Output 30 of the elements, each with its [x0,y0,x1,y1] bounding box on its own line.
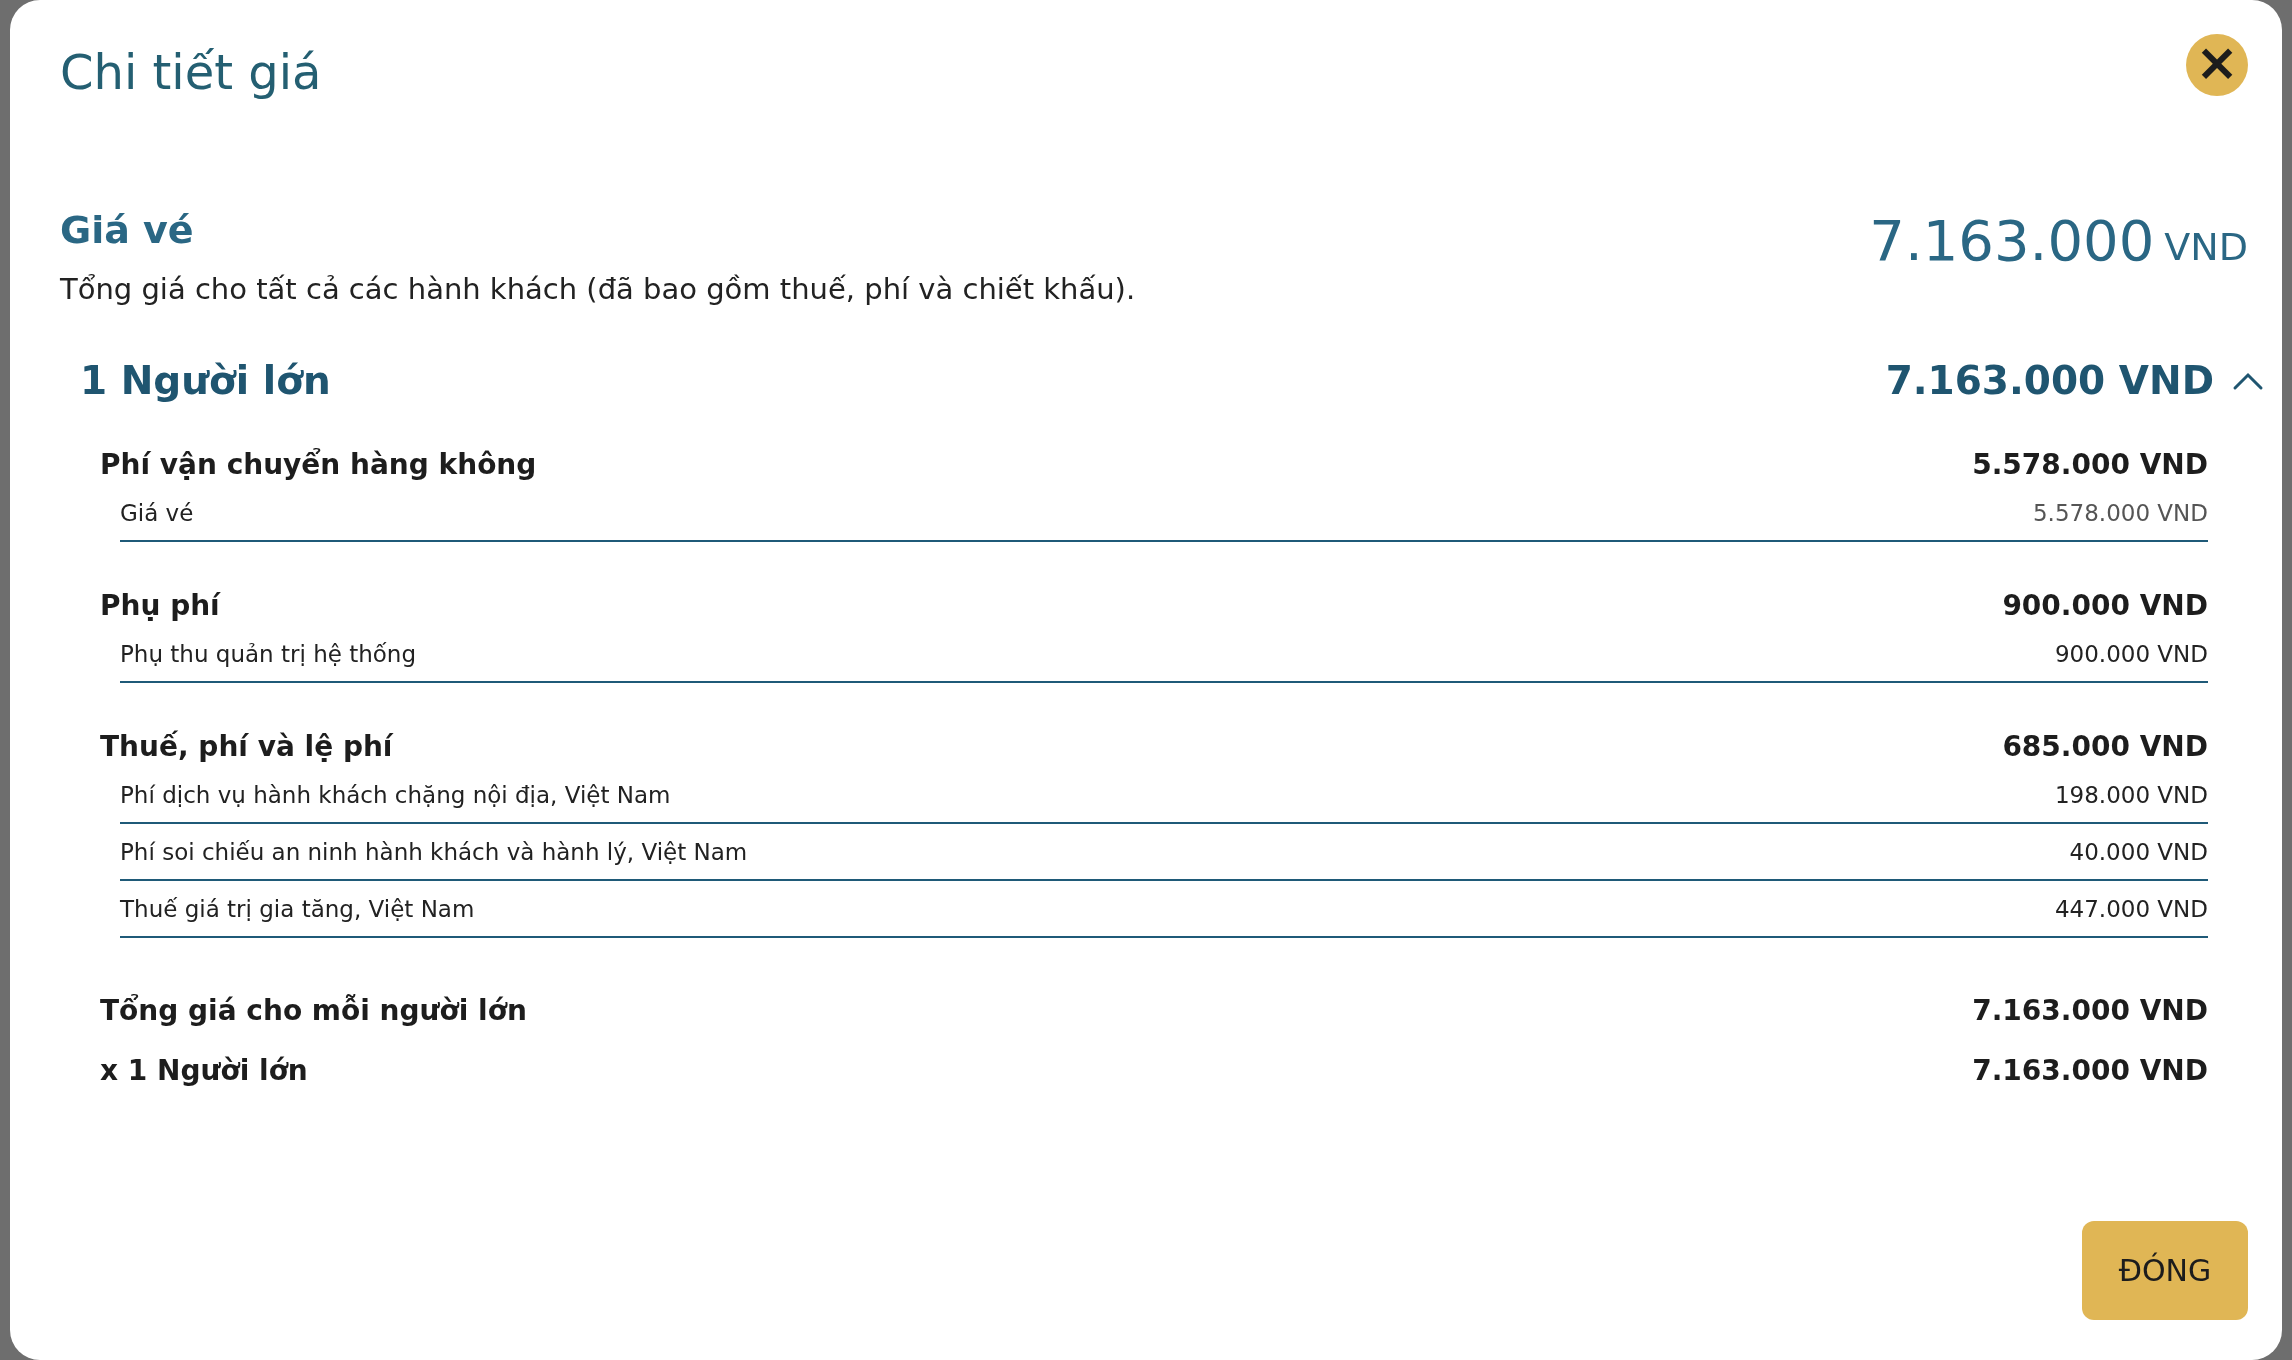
chevron-up-icon[interactable] [2232,370,2264,391]
total-amount: 7.163.000 [1869,208,2155,273]
fee-amount: 5.578.000 VND [2033,499,2208,526]
total-value: 7.163.000 VND [1972,1053,2208,1087]
fee-label: Phụ thu quản trị hệ thống [120,640,417,667]
section-amount: 5.578.000 VND [1972,447,2208,481]
section-title: Phụ phí [100,588,220,622]
currency-label: VND [2164,225,2248,269]
fee-label: Phí soi chiếu an ninh hành khách và hành lý, Việt Nam [120,838,748,865]
fare-description: Tổng giá cho tất cả các hành khách (đã bao gồm thuế, phí và chiết khấu). [60,272,1136,306]
fee-amount: 198.000 VND [2054,781,2208,808]
section-amount: 900.000 VND [2002,588,2208,622]
total-label: x 1 Người lớn [100,1053,308,1087]
fee-label: Giá vé [120,499,194,526]
fee-amount: 900.000 VND [2054,640,2208,667]
passenger-group-label: 1 Người lớn [80,358,331,403]
section-title: Phí vận chuyển hàng không [100,447,537,481]
fee-amount: 447.000 VND [2054,895,2208,922]
fee-label: Thuế giá trị gia tăng, Việt Nam [120,895,475,922]
close-dialog-button[interactable]: ĐÓNG [2082,1221,2248,1320]
section-amount: 685.000 VND [2002,729,2208,763]
section-title: Thuế, phí và lệ phí [100,729,393,763]
total-value: 7.163.000 VND [1972,993,2208,1027]
total-label: Tổng giá cho mỗi người lớn [100,993,527,1027]
fare-heading: Giá vé [60,208,195,252]
close-button[interactable]: × [2186,34,2248,96]
fee-label: Phí dịch vụ hành khách chặng nội địa, Việt Nam [120,781,671,808]
passenger-group-amount: 7.163.000 VND [1885,358,2214,403]
fee-amount: 40.000 VND [2069,838,2208,865]
dialog-title: Chi tiết giá [60,44,322,100]
